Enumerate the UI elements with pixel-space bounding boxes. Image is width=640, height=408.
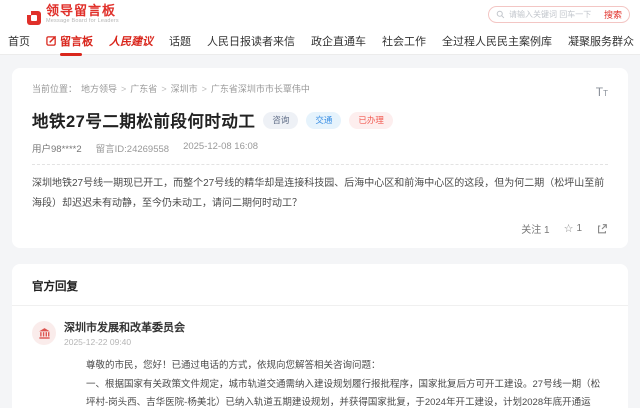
official-reply-title: 官方回复 xyxy=(32,278,608,294)
search-button[interactable]: 搜索 xyxy=(604,8,622,21)
tag-consultation: 咨询 xyxy=(263,112,298,129)
nav-item-serve-masses[interactable]: 凝聚服务群众 xyxy=(568,33,634,49)
star-icon: ☆ xyxy=(564,222,574,235)
reply-divider xyxy=(12,305,628,306)
post-title: 地铁27号二期松前段何时动工 xyxy=(32,108,255,132)
search-icon xyxy=(496,10,505,19)
nav-item-home[interactable]: 首页 xyxy=(8,33,30,49)
breadcrumb-shenzhen[interactable]: 深圳市 xyxy=(171,82,198,95)
post-author: 用户98****2 xyxy=(32,141,82,155)
government-building-icon xyxy=(38,327,51,340)
official-reply-card: 官方回复 深圳市发展和改革委员会 2025-12-22 09:40 尊敬的市民，… xyxy=(12,264,628,408)
search-input[interactable] xyxy=(509,10,600,19)
breadcrumb: 当前位置： 地方领导 > 广东省 > 深圳市 > 广东省深圳市市长覃伟中 xyxy=(32,82,310,95)
post-message-id: 留言ID:24269558 xyxy=(96,141,169,155)
top-bar: 领导留言板 Message Board for Leaders 搜索 xyxy=(0,0,640,27)
nav-item-topics[interactable]: 话题 xyxy=(169,33,191,49)
site-logo[interactable]: 领导留言板 Message Board for Leaders xyxy=(27,4,119,25)
breadcrumb-separator: > xyxy=(161,84,166,94)
reply-org-row: 深圳市发展和改革委员会 2025-12-22 09:40 xyxy=(32,319,608,347)
reply-paragraph: 尊敬的市民，您好！已通过电话的方式，依规向您解答相关咨询问题： xyxy=(86,357,608,375)
breadcrumb-label: 当前位置： xyxy=(32,82,77,95)
star-count: 1 xyxy=(576,223,582,234)
main-nav: 首页 留言板 人民建议 话题 人民日报读者来信 政企直通车 社会工作 全过程人民… xyxy=(0,27,640,55)
site-subtitle: Message Board for Leaders xyxy=(46,19,119,25)
post-body: 深圳地铁27号线一期现已开工，而整个27号线的精华却是连接科技园、后海中心区和前… xyxy=(32,174,608,213)
tag-traffic: 交通 xyxy=(306,112,341,129)
share-icon xyxy=(596,223,608,235)
share-button[interactable] xyxy=(596,223,608,235)
message-card: 当前位置： 地方领导 > 广东省 > 深圳市 > 广东省深圳市市长覃伟中 TT … xyxy=(12,68,628,248)
reply-org-name[interactable]: 深圳市发展和改革委员会 xyxy=(64,319,185,335)
search-box[interactable]: 搜索 xyxy=(488,6,630,23)
nav-item-peoples-suggestion[interactable]: 人民建议 xyxy=(109,33,153,49)
post-actions: 关注 1 ☆ 1 xyxy=(32,221,608,236)
main-content: 当前位置： 地方领导 > 广东省 > 深圳市 > 广东省深圳市市长覃伟中 TT … xyxy=(0,55,640,408)
nav-item-gov-biz-express[interactable]: 政企直通车 xyxy=(311,33,366,49)
breadcrumb-separator: > xyxy=(202,84,207,94)
nav-item-democracy-cases[interactable]: 全过程人民民主案例库 xyxy=(442,33,552,49)
reply-paragraph: 一、根据国家有关政策文件规定，城市轨道交通需纳入建设规划履行报批程序，国家批复后… xyxy=(86,376,608,408)
reply-body: 尊敬的市民，您好！已通过电话的方式，依规向您解答相关咨询问题： 一、根据国家有关… xyxy=(86,357,608,408)
breadcrumb-separator: > xyxy=(121,84,126,94)
org-avatar xyxy=(32,321,56,345)
active-nav-underline xyxy=(60,53,82,56)
star-button[interactable]: ☆ 1 xyxy=(564,222,582,235)
breadcrumb-mayor[interactable]: 广东省深圳市市长覃伟中 xyxy=(211,82,310,95)
breadcrumb-local-leaders[interactable]: 地方领导 xyxy=(81,82,117,95)
nav-item-message-board[interactable]: 留言板 xyxy=(46,33,93,49)
site-title: 领导留言板 xyxy=(46,4,119,17)
breadcrumb-guangdong[interactable]: 广东省 xyxy=(130,82,157,95)
font-toggle-large: T xyxy=(596,85,603,99)
follow-button[interactable]: 关注 1 xyxy=(521,221,549,236)
font-toggle-small: T xyxy=(603,89,608,98)
nav-item-label: 留言板 xyxy=(60,33,93,49)
nav-item-reader-letters[interactable]: 人民日报读者来信 xyxy=(207,33,295,49)
font-size-toggle[interactable]: TT xyxy=(596,84,608,100)
site-logo-icon xyxy=(27,11,41,25)
post-meta: 用户98****2 留言ID:24269558 2025-12-08 16:08 xyxy=(32,141,608,165)
message-board-icon xyxy=(46,35,57,46)
tag-handled-status: 已办理 xyxy=(349,112,393,129)
reply-date: 2025-12-22 09:40 xyxy=(64,337,185,347)
post-date: 2025-12-08 16:08 xyxy=(183,141,258,155)
nav-item-social-work[interactable]: 社会工作 xyxy=(382,33,426,49)
